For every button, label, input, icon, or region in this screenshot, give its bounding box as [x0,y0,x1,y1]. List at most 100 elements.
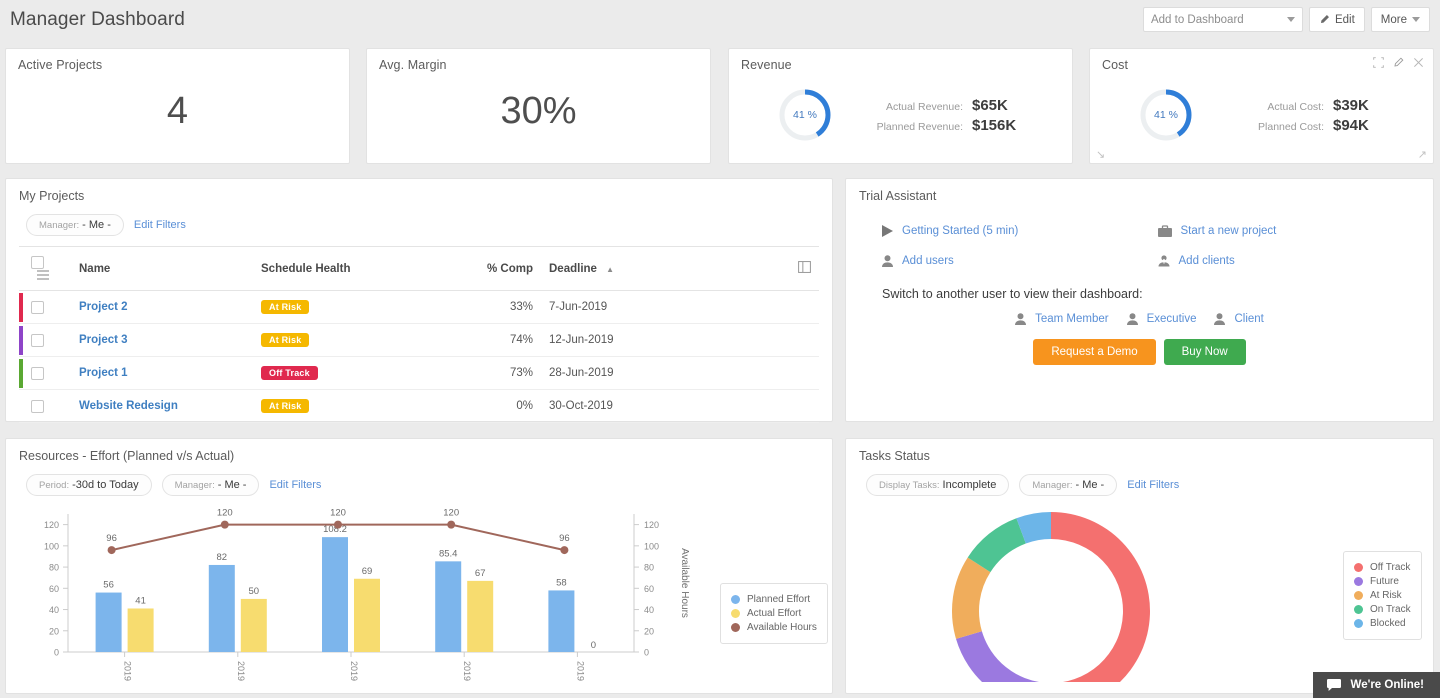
link-getting-started[interactable]: Getting Started (5 min) [882,225,1158,237]
svg-text:2019: 2019 [462,661,472,681]
edit-filters-link[interactable]: Edit Filters [269,479,321,491]
chat-widget[interactable]: We're Online! [1312,672,1440,698]
svg-text:50: 50 [249,586,260,597]
legend-item[interactable]: Planned Effort [731,594,817,605]
project-link[interactable]: Project 1 [79,367,128,379]
trial-assistant-buttons: Request a Demo Buy Now [846,325,1433,365]
filter-chip-manager[interactable]: Manager: - Me - [26,214,124,236]
row-checkbox[interactable] [31,300,44,314]
filter-chip-manager[interactable]: Manager: - Me - [161,474,260,496]
cost-gauge: 41 % [1138,87,1194,143]
cell-pct-comp: 74% [431,323,541,357]
svg-text:41: 41 [135,595,146,606]
filter-value: Incomplete [942,479,997,491]
add-to-dashboard-label: Add to Dashboard [1150,13,1244,26]
column-header-deadline[interactable]: Deadline ▲ [541,246,701,291]
more-button[interactable]: More [1370,7,1430,32]
project-link[interactable]: Project 3 [79,334,128,346]
buy-now-button[interactable]: Buy Now [1163,339,1246,365]
edit-button[interactable]: Edit [1308,7,1365,32]
filter-chip-display-tasks[interactable]: Display Tasks: Incomplete [866,474,1010,496]
trial-assistant-links: Getting Started (5 min) Start a new proj… [846,203,1433,267]
resize-handle-bottom-right[interactable]: ↗ [1418,148,1427,161]
menu-icon[interactable] [37,270,49,280]
stat-key: Planned Cost: [1258,120,1324,133]
cell-spacer [701,323,819,357]
legend-label: Blocked [1370,618,1406,629]
link-add-users[interactable]: Add users [882,255,1158,267]
column-header-schedule-health[interactable]: Schedule Health [253,246,431,291]
select-all-checkbox[interactable] [31,256,44,269]
legend-item[interactable]: Off Track [1354,562,1411,573]
role-team-member[interactable]: Team Member [1015,313,1109,325]
legend-label: Available Hours [747,622,817,633]
cell-deadline: 30-Oct-2019 [541,389,701,423]
filter-key: Display Tasks: [879,479,940,491]
request-demo-button[interactable]: Request a Demo [1033,339,1156,365]
cell-deadline: 7-Jun-2019 [541,290,701,324]
filter-value: - Me - [82,219,111,231]
kpi-card-cost: Cost 41 % Actual Cost: $39K Planned Cost… [1089,48,1434,164]
status-badge: Off Track [261,366,318,380]
filter-chip-period[interactable]: Period: -30d to Today [26,474,152,496]
row-checkbox[interactable] [31,366,44,380]
my-projects-filters: Manager: - Me - Edit Filters [6,203,832,246]
legend-item[interactable]: On Track [1354,604,1411,615]
column-header-name[interactable]: Name [71,246,253,291]
chevron-down-icon [1286,17,1295,22]
columns-icon[interactable] [798,261,811,273]
expand-icon[interactable] [1373,57,1384,68]
table-row[interactable]: Project 2 At Risk 33% 7-Jun-2019 [19,290,819,324]
row-checkbox[interactable] [31,333,44,347]
column-header-deadline-label: Deadline [549,262,597,275]
close-icon[interactable] [1413,57,1424,68]
cell-schedule-health: At Risk [253,323,431,357]
link-label: Getting Started (5 min) [902,225,1019,237]
stat-value: $94K [1333,116,1369,134]
resources-chart-legend: Planned Effort Actual Effort Available H… [720,583,828,644]
cost-gauge-percent: 41 % [1154,109,1178,121]
table-row[interactable]: Project 1 Off Track 73% 28-Jun-2019 [19,356,819,390]
cell-deadline: 12-Jun-2019 [541,323,701,357]
user-icon [1126,313,1138,325]
row-checkbox-cell [23,323,71,357]
kpi-title: Revenue [741,58,792,72]
svg-text:100: 100 [44,541,59,551]
role-executive[interactable]: Executive [1126,313,1196,325]
filter-chip-manager[interactable]: Manager: - Me - [1019,474,1118,496]
legend-item[interactable]: Available Hours [731,622,817,633]
role-label: Team Member [1035,313,1109,325]
edit-filters-link[interactable]: Edit Filters [134,219,186,231]
stat-row: Planned Cost: $94K [1216,117,1369,134]
legend-item[interactable]: At Risk [1354,590,1411,601]
kpi-value: 30% [500,89,577,132]
project-link[interactable]: Website Redesign [79,400,178,412]
link-add-clients[interactable]: Add clients [1158,255,1434,267]
legend-item[interactable]: Blocked [1354,618,1411,629]
row-checkbox-cell [23,356,71,390]
row-checkbox[interactable] [31,399,44,413]
link-start-new-project[interactable]: Start a new project [1157,225,1434,237]
add-to-dashboard-select[interactable]: Add to Dashboard [1142,7,1303,32]
more-button-label: More [1380,13,1407,26]
pencil-icon[interactable] [1393,57,1404,68]
project-link[interactable]: Project 2 [79,301,128,313]
panel-resources-effort: Resources - Effort (Planned v/s Actual) … [5,438,833,694]
revenue-gauge-percent: 41 % [793,109,817,121]
panel-my-projects: My Projects Manager: - Me - Edit Filters [5,178,833,423]
svg-text:67: 67 [475,568,486,579]
legend-item[interactable]: Future [1354,576,1411,587]
role-client[interactable]: Client [1214,313,1264,325]
edit-filters-link[interactable]: Edit Filters [1127,479,1179,491]
row-checkbox-cell [23,290,71,324]
column-header-pct-comp[interactable]: % Comp [431,246,541,291]
resources-chart: 0 0 20 20 40 40 60 60 80 80 100 100 120 120 Available … [6,506,832,687]
legend-item[interactable]: Actual Effort [731,608,817,619]
filter-key: Manager: [174,479,215,491]
table-row[interactable]: Website Redesign At Risk 0% 30-Oct-2019 [19,389,819,423]
legend-label: Actual Effort [747,608,802,619]
user-icon [1214,313,1226,325]
table-row[interactable]: Project 3 At Risk 74% 12-Jun-2019 [19,323,819,357]
stat-value: $39K [1333,96,1369,114]
resize-handle-bottom-left[interactable]: ↘ [1096,148,1105,161]
